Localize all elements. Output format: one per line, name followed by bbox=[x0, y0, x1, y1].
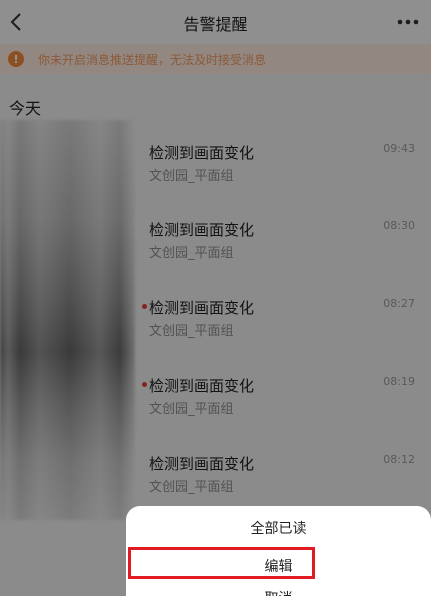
cancel-option[interactable]: 取消 bbox=[126, 588, 431, 596]
mark-all-read-option[interactable]: 全部已读 bbox=[126, 518, 431, 538]
app-screen: 告警提醒 ! 你未开启消息推送提醒，无法及时接受消息 今天 检测到画面变化 文创… bbox=[0, 0, 431, 596]
action-sheet: 全部已读 编辑 取消 bbox=[126, 506, 431, 596]
highlight-box bbox=[128, 547, 315, 579]
